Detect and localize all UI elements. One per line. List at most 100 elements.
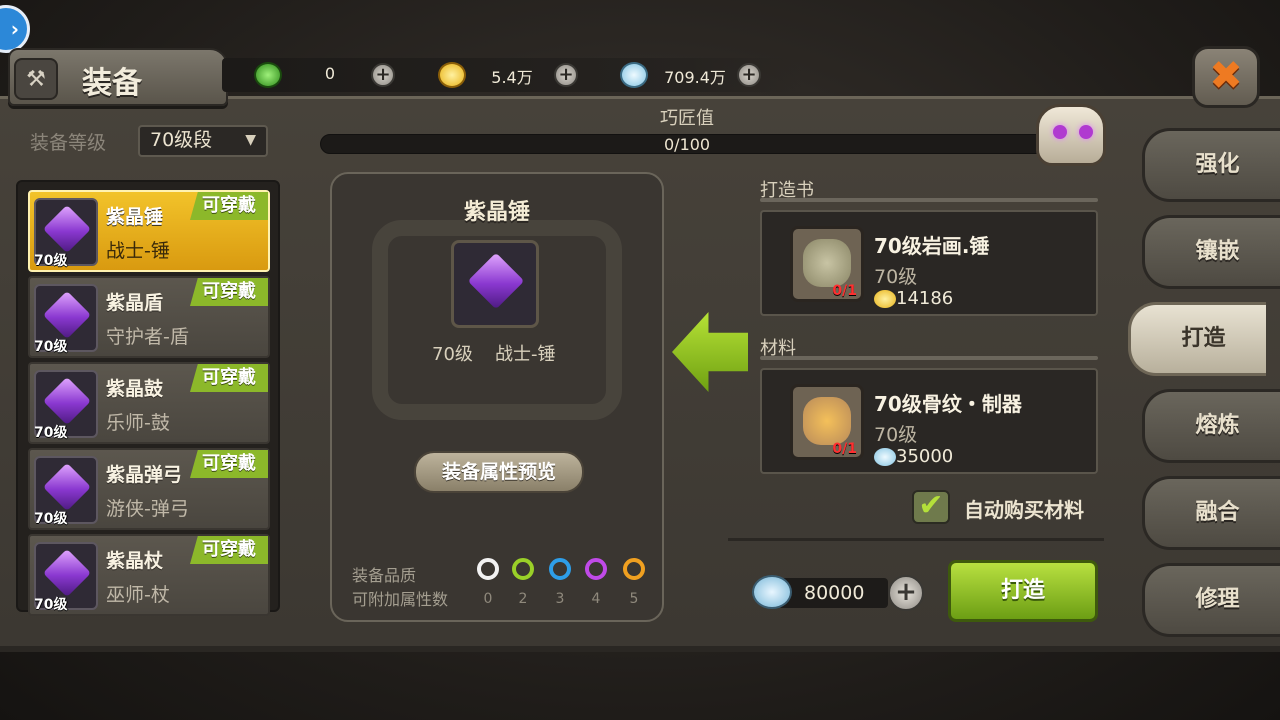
section-divider — [760, 356, 1098, 360]
craftsman-value: 0/100 — [664, 135, 711, 154]
tab-forge[interactable]: 打造 — [1128, 302, 1266, 376]
list-item[interactable]: 70级 紫晶鼓 乐师-鼓 可穿戴 — [28, 362, 270, 444]
forge-book-thumbnail: 0/1 — [790, 226, 864, 302]
detail-item-name: 紫晶锤 — [463, 200, 530, 225]
attribute-count: 0 — [483, 591, 493, 607]
item-class: 乐师-鼓 — [106, 412, 170, 434]
craftsman-label: 巧匠值 — [660, 108, 714, 129]
hammer-icon — [42, 204, 92, 254]
skull-eye — [1079, 125, 1093, 139]
material-count: 0/1 — [832, 441, 857, 457]
tab-fuse[interactable]: 融合 — [1142, 476, 1280, 550]
level-filter-value: 70级段 — [150, 129, 213, 151]
forge-book-cost: 14186 — [896, 288, 954, 309]
wearable-badge: 可穿戴 — [190, 450, 268, 478]
item-level: 70级 — [34, 253, 68, 269]
item-name: 紫晶盾 — [106, 292, 164, 314]
side-menu-bubble[interactable]: › — [0, 5, 30, 53]
divider — [728, 538, 1104, 541]
wearable-badge: 可穿戴 — [190, 536, 268, 564]
forge-book-name: 70级岩画.锤 — [874, 234, 990, 258]
item-name: 紫晶弹弓 — [106, 464, 183, 486]
stone-tablet-icon — [803, 239, 851, 287]
forge-book-count: 0/1 — [832, 283, 857, 299]
tab-inlay[interactable]: 镶嵌 — [1142, 215, 1280, 289]
attribute-count-label: 可附加属性数 — [352, 590, 449, 609]
close-button[interactable]: ✖ — [1192, 46, 1260, 108]
gold-icon — [438, 62, 466, 88]
item-name: 紫晶鼓 — [106, 378, 164, 400]
checkmark-icon: ✔ — [918, 488, 944, 523]
shell-value: 709.4万 — [664, 68, 726, 87]
forge-book-slot[interactable]: 0/1 70级岩画.锤 70级 14186 — [760, 210, 1098, 316]
section-divider — [760, 198, 1098, 202]
item-class: 巫师-杖 — [106, 584, 170, 606]
auto-buy-label: 自动购买材料 — [964, 498, 1084, 522]
detail-item-thumbnail — [451, 240, 539, 328]
material-name: 70级骨纹・制器 — [874, 392, 1022, 416]
material-slot[interactable]: 0/1 70级骨纹・制器 70级 35000 — [760, 368, 1098, 474]
quality-purple-icon — [585, 558, 607, 580]
wearable-badge: 可穿戴 — [190, 364, 268, 392]
close-icon: ✖ — [1209, 53, 1243, 99]
attribute-count: 2 — [518, 591, 528, 607]
energy-add-button[interactable]: + — [371, 63, 395, 87]
slingshot-icon — [42, 462, 92, 512]
material-level: 70级 — [874, 424, 918, 446]
chevron-down-icon: ▼ — [245, 132, 256, 148]
gold-value: 5.4万 — [491, 68, 533, 87]
item-level: 70级 — [34, 339, 68, 355]
item-class: 游侠-弹弓 — [106, 498, 189, 520]
item-name: 紫晶杖 — [106, 550, 164, 572]
quality-orange-icon — [623, 558, 645, 580]
skull-eye — [1053, 125, 1067, 139]
wearable-badge: 可穿戴 — [190, 278, 268, 306]
tab-repair[interactable]: 修理 — [1142, 563, 1280, 637]
shield-icon — [42, 290, 92, 340]
forge-button[interactable]: 打造 — [948, 560, 1098, 622]
anvil-icon: ⚒ — [14, 58, 58, 100]
quality-white-icon — [477, 558, 499, 580]
energy-value: 0 — [324, 64, 336, 83]
level-filter-label: 装备等级 — [30, 132, 107, 154]
item-level: 70级 — [34, 425, 68, 441]
shell-icon — [620, 62, 648, 88]
green-potion-icon — [254, 62, 282, 88]
item-name: 紫晶锤 — [106, 206, 164, 228]
detail-item-class: 战士-锤 — [495, 344, 556, 365]
list-item[interactable]: 70级 紫晶杖 巫师-杖 可穿戴 — [28, 534, 270, 616]
tab-smelt[interactable]: 熔炼 — [1142, 389, 1280, 463]
quality-label: 装备品质 — [352, 566, 417, 585]
forge-cost-value: 80000 — [778, 578, 888, 608]
equipment-list: 70级 紫晶锤 战士-锤 可穿戴 70级 紫晶盾 守护者-盾 可穿戴 70级 紫… — [16, 180, 280, 616]
item-level: 70级 — [34, 597, 68, 613]
material-cost: 35000 — [896, 446, 954, 467]
shell-add-button[interactable]: + — [737, 63, 761, 87]
attribute-preview-button[interactable]: 装备属性预览 — [414, 451, 584, 493]
forge-cost-add-button[interactable]: + — [888, 575, 924, 611]
list-item[interactable]: 70级 紫晶弹弓 游侠-弹弓 可穿戴 — [28, 448, 270, 530]
skull-icon[interactable] — [1036, 104, 1106, 166]
item-class: 守护者-盾 — [106, 326, 189, 348]
page-title: 装备 — [82, 66, 142, 101]
level-filter-select[interactable]: 70级段 ▼ — [138, 125, 268, 157]
item-level: 70级 — [34, 511, 68, 527]
quality-blue-icon — [549, 558, 571, 580]
tab-enhance[interactable]: 强化 — [1142, 128, 1280, 202]
auto-buy-checkbox[interactable]: ✔ — [912, 490, 950, 524]
hammer-icon — [467, 252, 525, 310]
attribute-count: 3 — [555, 591, 565, 607]
bone-stone-icon — [803, 397, 851, 445]
item-class: 战士-锤 — [106, 240, 170, 262]
attribute-count: 5 — [629, 591, 639, 607]
drum-icon — [42, 376, 92, 426]
quality-green-icon — [512, 558, 534, 580]
shell-icon — [752, 575, 792, 609]
detail-item-level: 70级 — [432, 344, 473, 365]
gold-add-button[interactable]: + — [554, 63, 578, 87]
gold-icon — [874, 290, 896, 308]
forge-book-level: 70级 — [874, 266, 918, 288]
list-item[interactable]: 70级 紫晶盾 守护者-盾 可穿戴 — [28, 276, 270, 358]
wearable-badge: 可穿戴 — [190, 192, 268, 220]
list-item[interactable]: 70级 紫晶锤 战士-锤 可穿戴 — [28, 190, 270, 272]
